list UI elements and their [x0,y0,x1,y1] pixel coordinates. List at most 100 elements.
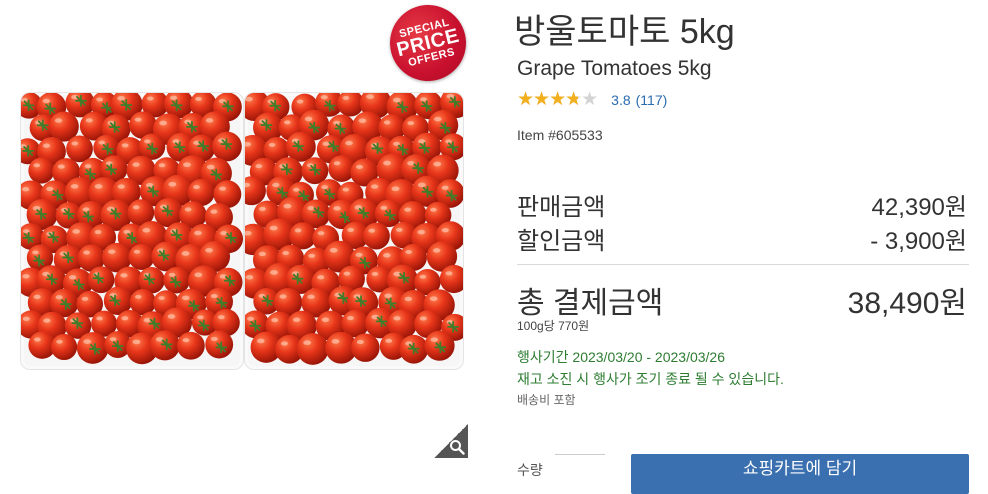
tomato-highlight [68,275,77,280]
tomato-highlight [206,164,215,170]
tomato-highlight [321,317,330,322]
add-to-cart-button[interactable]: 쇼핑카트에 담기 [631,454,969,494]
tomato-highlight [83,250,91,255]
tomato-highlight [167,314,176,319]
tomato-highlight [303,340,312,346]
tomato-highlight [366,94,375,100]
tomato-highlight [134,117,142,122]
tomato-highlight [158,163,166,168]
sale-price-value: 42,390원 [871,194,968,221]
tomato-highlight [307,294,315,300]
tomato-highlight [194,272,203,278]
tomato-highlight [279,294,287,299]
discount-value: - 3,900원 [870,228,967,255]
tomato-highlight [21,187,30,192]
tomato-highlight [144,139,151,144]
tomato-highlight [81,296,89,301]
tomato-highlight [417,182,426,188]
tomato-highlight [109,337,117,342]
tomato-highlight [42,143,51,148]
tomato-highlight [182,338,190,343]
rating-score[interactable]: 3.8 [611,92,630,108]
tomato-highlight [355,164,363,170]
tomato-highlight [393,316,401,321]
tomato-highlight [333,206,341,211]
tomato-highlight [132,339,141,345]
tomato-highlight [159,120,168,126]
product-title-korean: 방울토마토 5kg [514,13,735,51]
price-divider [517,264,969,265]
tomato-highlight [432,248,441,253]
tomato-highlight [445,271,453,276]
tomato-highlight [169,95,178,101]
tomato-highlight [42,98,50,104]
review-count-link[interactable]: (117) [636,92,668,108]
tomato-highlight [355,252,363,257]
tomato-highlight [56,339,63,344]
tomato [28,157,55,184]
tomato-highlight [217,315,225,320]
tomato-highlight [368,228,376,233]
tomato-highlight [71,141,79,146]
tomato-highlight [354,205,363,210]
total-price-value: 38,490원 [847,287,967,320]
tomato-highlight [342,187,350,192]
zoom-button[interactable] [434,424,468,458]
tomato [296,333,329,365]
quantity-input[interactable] [555,454,605,485]
tomato-highlight [441,227,450,233]
tomato-highlight [333,161,341,166]
tomato-highlight [304,116,313,122]
tomato [351,333,380,362]
tomato-highlight [292,187,300,192]
tomato-highlight [120,273,128,278]
tomato-highlight [94,230,102,235]
tomato-highlight [46,186,54,192]
tomato-highlight [142,227,151,233]
tomato-highlight [168,181,177,187]
tomato-highlight [283,120,291,125]
tomato-highlight [22,316,30,322]
tomato-highlight [32,250,39,255]
tomato-highlight [272,182,280,188]
discount-label: 할인금액 [517,228,606,255]
tomato-highlight [407,121,415,126]
tomato-highlight [43,318,51,323]
tomato-highlight [123,229,131,235]
tomato-highlight [256,338,265,344]
tomato-highlight [342,95,350,100]
tomato-highlight [22,274,30,279]
product-image-right-tray [244,92,464,370]
tomato-highlight [268,142,276,147]
tomato-highlight [292,317,301,323]
sale-price-row: 판매금액 42,390원 [517,187,967,222]
tomato-highlight [395,227,403,232]
tomato-highlight [283,203,292,209]
tomato-highlight [407,161,415,166]
tomato-highlight [72,229,80,234]
tomato-highlight [370,184,379,189]
total-price-label: 총 결제금액 [517,287,664,320]
tomato-highlight [321,185,328,190]
product-rating[interactable]: ★★★★★ ★★★★★ 3.8 (117) [517,90,667,110]
tomato-highlight [308,253,316,258]
product-image-area[interactable]: SPECIAL PRICE OFFERS [0,0,475,468]
tomato-highlight [96,316,103,321]
tomato-highlight [210,336,218,342]
tomato [176,331,205,360]
tomato-highlight [117,95,126,101]
shipping-info: 배송비 포함 [517,393,576,407]
tomato-highlight [247,316,254,321]
tomato-highlight [117,184,125,189]
tomato-highlight [269,270,278,275]
tomato-highlight [98,140,106,145]
tomato-highlight [358,118,367,124]
tomato [337,93,364,117]
item-number: Item #605533 [517,127,603,143]
tomato-highlight [183,162,191,168]
tomato-highlight [134,294,142,299]
tomato-highlight [385,338,393,343]
tomato-highlight [345,140,353,146]
tomato [76,332,109,364]
tomato-highlight [383,120,391,125]
